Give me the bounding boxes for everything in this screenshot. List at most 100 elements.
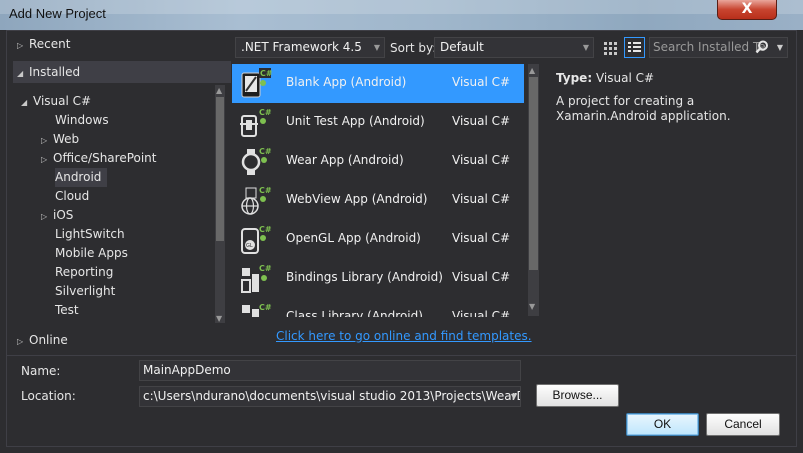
android-wear-icon: C# [241,147,272,175]
dialog-body: ▷ Recent ◢ Installed ◢ Visual C# Windows ▷ W… [6,30,797,447]
template-list-scrollbar-thumb[interactable] [529,77,538,270]
cancel-button[interactable]: Cancel [706,413,780,436]
android-blank-app-icon: C# [241,68,272,98]
tree-item-label: iOS [53,208,74,222]
grid-view-icon [604,42,617,55]
tree-item-mobile-apps[interactable]: Mobile Apps [55,244,128,263]
template-item-class-library[interactable]: C# Class Library (Android) Visual C# [232,298,524,317]
template-name: Unit Test App (Android) [286,114,425,128]
expand-arrow-icon[interactable]: ▷ [17,332,29,351]
template-language: Visual C# [452,114,511,128]
location-field[interactable]: c:\Users\ndurano\documents\visual studio… [139,386,521,407]
tree-item-cloud[interactable]: Cloud [55,187,89,206]
collapse-arrow-icon[interactable]: ◢ [17,64,29,83]
scroll-down-arrow-icon[interactable]: ▼ [529,303,535,311]
location-value: c:\Users\ndurano\documents\visual studio… [143,389,521,403]
tree-item-visual-csharp[interactable]: ◢ Visual C# [21,92,91,111]
sort-value: Default [440,40,484,54]
tree-item-test[interactable]: Test [55,301,79,320]
framework-value: .NET Framework 4.5 [241,40,362,54]
tree-item-label: Online [29,333,68,347]
collapse-arrow-icon[interactable]: ◢ [21,93,33,112]
tree-item-silverlight[interactable]: Silverlight [55,282,115,301]
template-language: Visual C# [452,153,511,167]
template-name: Bindings Library (Android) [286,270,443,284]
svg-text:C#: C# [259,147,272,156]
template-language: Visual C# [452,231,511,245]
window-title: Add New Project [9,6,106,21]
tree-item-lightswitch[interactable]: LightSwitch [55,225,125,244]
online-templates-link[interactable]: Click here to go online and find templat… [276,329,532,343]
expand-arrow-icon[interactable]: ▷ [17,36,29,55]
template-item-blank-app[interactable]: C# Blank App (Android) Visual C# [232,64,524,103]
sort-dropdown[interactable]: Default ▼ [434,37,594,58]
svg-text:C#: C# [259,225,272,234]
svg-text:C#: C# [259,108,272,117]
sort-by-label: Sort by: [390,41,437,55]
chevron-down-icon[interactable]: ▼ [511,387,517,406]
tree-item-installed[interactable]: ◢ Installed [17,63,80,82]
tree-item-android[interactable]: Android [55,168,101,187]
scroll-up-arrow-icon[interactable]: ▲ [529,67,535,75]
template-name: Wear App (Android) [286,153,404,167]
tree-item-web[interactable]: ▷ Web [41,130,79,149]
type-value: Visual C# [595,71,655,85]
scroll-down-arrow-icon[interactable]: ▼ [216,315,222,323]
tree-item-label: Installed [29,65,81,79]
expand-arrow-icon[interactable]: ▷ [41,207,53,226]
tree-item-online[interactable]: ▷ Online [17,331,68,350]
template-description: A project for creating a Xamarin.Android… [556,94,731,123]
template-name: OpenGL App (Android) [286,231,421,245]
template-item-bindings-library[interactable]: C# Bindings Library (Android) Visual C# [232,259,524,298]
tree-scrollbar-thumb[interactable] [216,97,224,241]
svg-text:GL: GL [246,243,253,249]
browse-button[interactable]: Browse... [536,384,619,407]
template-language: Visual C# [452,75,511,89]
name-field[interactable]: MainAppDemo [139,360,521,381]
chevron-down-icon: ▼ [582,43,589,52]
template-language: Visual C# [452,192,511,206]
title-bar: Add New Project X [0,0,803,30]
svg-text:C#: C# [260,69,272,78]
framework-dropdown[interactable]: .NET Framework 4.5 ▼ [235,37,385,58]
ok-button[interactable]: OK [626,413,699,436]
tree-item-label: Visual C# [33,94,92,108]
chevron-down-icon: ▼ [373,43,380,52]
template-item-wear-app[interactable]: C# Wear App (Android) Visual C# [232,142,524,181]
tree-item-office-sharepoint[interactable]: ▷ Office/SharePoint [41,149,157,168]
tree-item-label: Web [53,132,80,146]
template-language: Visual C# [452,270,511,284]
android-class-library-icon: C# [242,303,272,317]
svg-text:C#: C# [259,264,272,273]
name-label: Name: [21,364,61,378]
android-unit-test-icon: C# [240,108,272,137]
location-label: Location: [21,389,76,403]
chevron-down-icon[interactable]: ▼ [777,38,783,57]
close-button[interactable]: X [717,0,777,20]
template-language: Visual C# [452,309,511,317]
template-item-unit-test-app[interactable]: C# Unit Test App (Android) Visual C# [232,103,524,142]
template-list: C# Blank App (Android) Visual C# C# Unit… [232,64,524,317]
type-label: Type: [556,71,593,85]
android-opengl-icon: GL C# [241,225,272,254]
small-icons-view-button[interactable] [600,38,620,58]
scroll-up-arrow-icon[interactable]: ▲ [216,87,222,95]
divider [7,355,796,356]
template-item-webview-app[interactable]: C# WebView App (Android) Visual C# [232,181,524,220]
tree-item-ios[interactable]: ▷ iOS [41,206,73,225]
template-name: Class Library (Android) [286,309,423,317]
template-name: Blank App (Android) [286,75,407,89]
template-name: WebView App (Android) [286,192,428,206]
tree-item-recent[interactable]: ▷ Recent [17,35,70,54]
svg-text:C#: C# [259,186,272,195]
search-input[interactable]: Search Installed Te ▼ [649,37,788,58]
tree-item-label: Office/SharePoint [53,151,157,165]
search-icon[interactable] [755,40,769,57]
expand-arrow-icon[interactable]: ▷ [41,150,53,169]
tree-item-label: Recent [29,37,71,51]
list-view-button[interactable] [624,37,645,58]
template-item-opengl-app[interactable]: GL C# OpenGL App (Android) Visual C# [232,220,524,259]
expand-arrow-icon[interactable]: ▷ [41,131,53,150]
tree-item-windows[interactable]: Windows [55,111,109,130]
tree-item-reporting[interactable]: Reporting [55,263,113,282]
